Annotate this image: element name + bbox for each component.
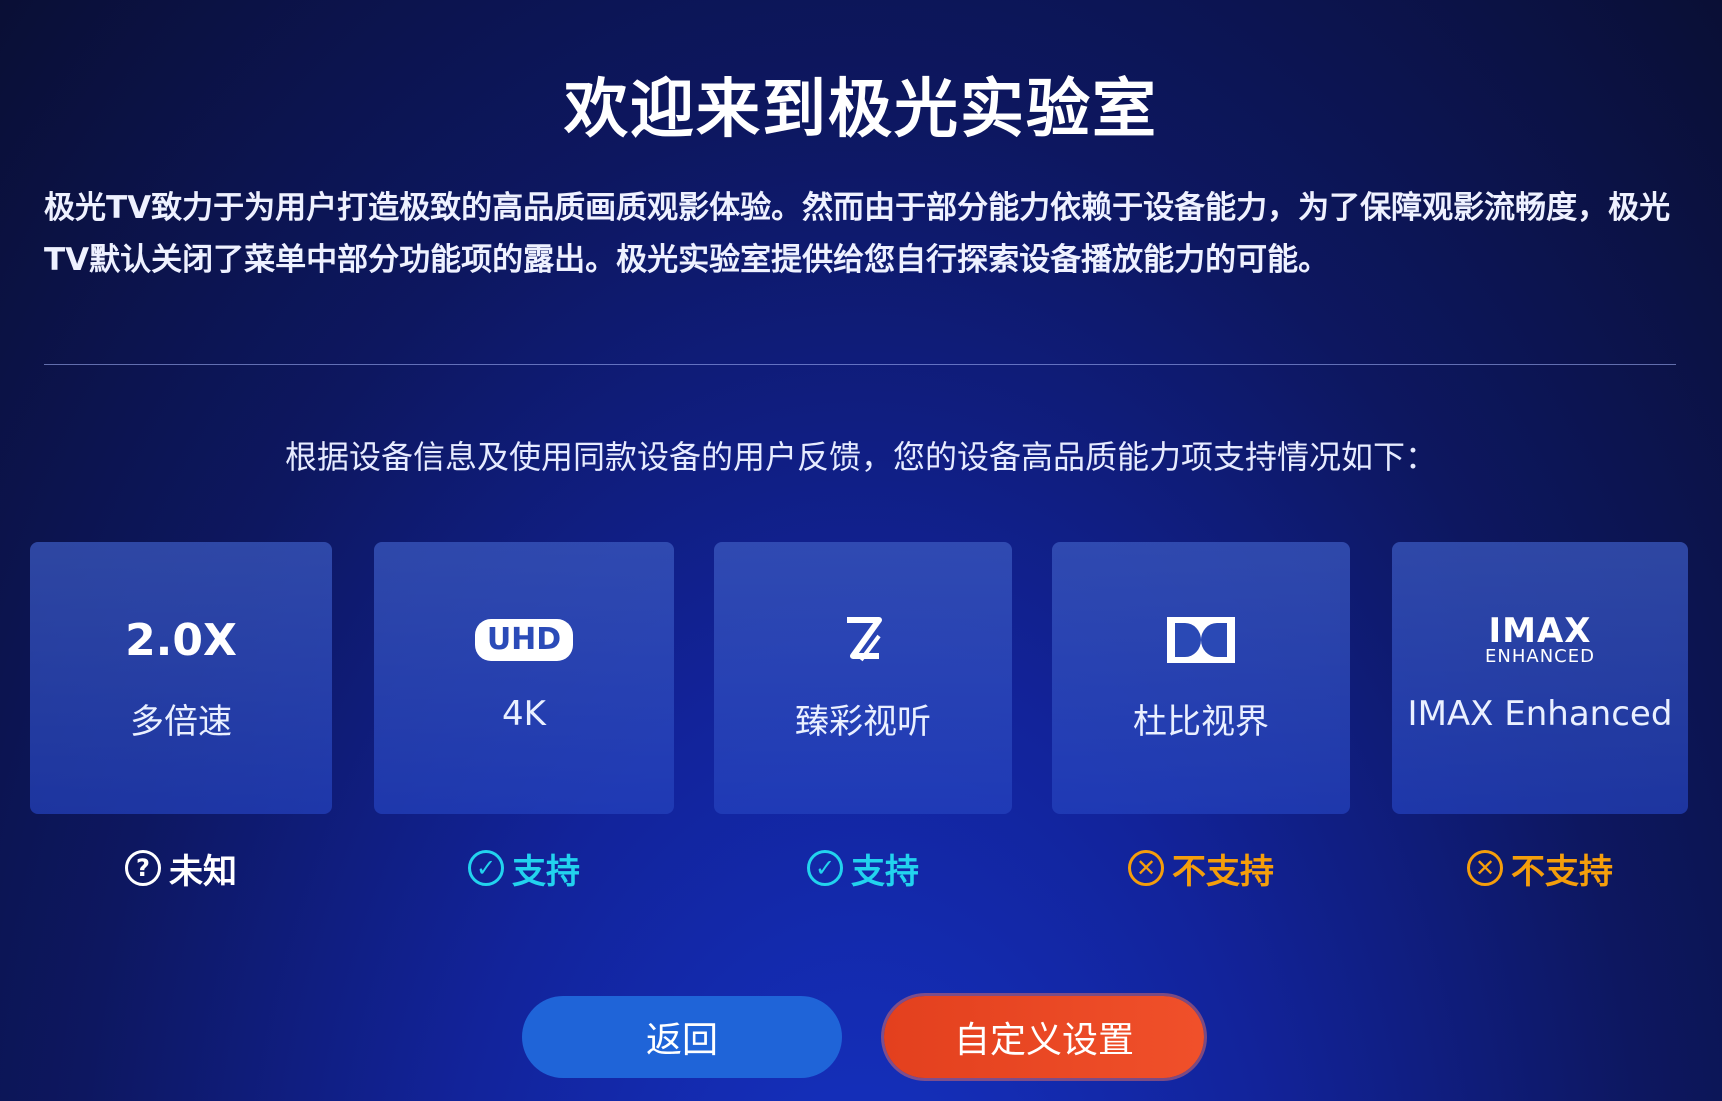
- custom-settings-button[interactable]: 自定义设置: [884, 996, 1204, 1078]
- x-circle-icon: ✕: [1467, 850, 1503, 886]
- status-badge: ✓ 支持: [374, 842, 674, 894]
- capability-card-vivid: 臻彩视听: [714, 542, 1012, 814]
- vivid-color-icon: [714, 612, 1012, 668]
- divider: [44, 364, 1676, 365]
- imax-enhanced-icon: IMAX ENHANCED: [1485, 611, 1595, 667]
- page-title: 欢迎来到极光实验室: [564, 73, 1158, 147]
- capability-label: 杜比视界: [1133, 702, 1269, 742]
- status-badge: ✓ 支持: [714, 842, 1012, 894]
- dolby-vision-icon: [1052, 612, 1350, 668]
- capability-card-imax: IMAX ENHANCED IMAX Enhanced: [1392, 542, 1688, 814]
- check-icon: ✓: [468, 850, 504, 886]
- status-badge: ✕ 不支持: [1052, 842, 1350, 894]
- status-badge: ? 未知: [30, 842, 332, 894]
- capability-card-4k: UHD 4K: [374, 542, 674, 814]
- status-badge: ✕ 不支持: [1392, 842, 1688, 894]
- x-circle-icon: ✕: [1128, 850, 1164, 886]
- capability-card-dolby: 杜比视界: [1052, 542, 1350, 814]
- capability-label: 4K: [502, 694, 546, 734]
- capability-card-speed: 2.0X 多倍速: [30, 542, 332, 814]
- capability-subtitle: 根据设备信息及使用同款设备的用户反馈，您的设备高品质能力项支持情况如下：: [284, 438, 1437, 476]
- uhd-icon: UHD: [374, 612, 674, 668]
- speed-icon: 2.0X: [125, 614, 237, 666]
- question-icon: ?: [125, 850, 161, 886]
- capability-label: IMAX Enhanced: [1407, 694, 1673, 734]
- capability-label: 臻彩视听: [795, 702, 931, 742]
- intro-text: 极光TV致力于为用户打造极致的高品质画质观影体验。然而由于部分能力依赖于设备能力…: [44, 190, 1671, 278]
- check-icon: ✓: [807, 850, 843, 886]
- capability-label: 多倍速: [130, 702, 232, 742]
- back-button[interactable]: 返回: [522, 996, 842, 1078]
